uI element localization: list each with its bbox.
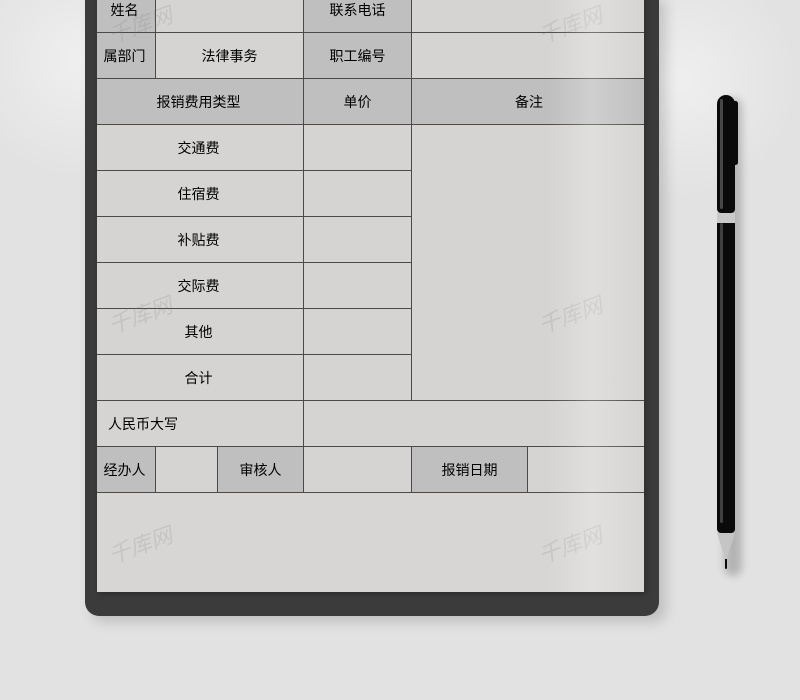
- label-rmb-caps: 人民币大写: [97, 401, 304, 447]
- expense-price-cell[interactable]: [304, 171, 412, 217]
- expense-price-total[interactable]: [304, 355, 412, 401]
- value-name[interactable]: [156, 0, 304, 33]
- pen: [717, 95, 735, 573]
- expense-type-cell: 补贴费: [97, 217, 304, 263]
- label-empno: 职工编号: [304, 33, 412, 79]
- row-column-headers: 报销费用类型 单价 备注: [97, 79, 644, 125]
- value-reviewer[interactable]: [304, 447, 412, 493]
- pen-cone: [717, 533, 735, 561]
- value-dept[interactable]: 法律事务: [156, 33, 304, 79]
- label-name: 姓名: [97, 0, 156, 33]
- expense-row: 交通费: [97, 125, 644, 171]
- row-name-phone: 姓名 联系电话: [97, 0, 644, 33]
- row-dept-empno: 属部门 法律事务 职工编号: [97, 33, 644, 79]
- row-footer: 经办人 审核人 报销日期: [97, 447, 644, 493]
- label-reviewer: 审核人: [218, 447, 304, 493]
- expense-type-cell: 其他: [97, 309, 304, 355]
- expense-type-cell: 交际费: [97, 263, 304, 309]
- header-unit-price: 单价: [304, 79, 412, 125]
- expense-price-cell[interactable]: [304, 263, 412, 309]
- value-phone[interactable]: [412, 0, 645, 33]
- label-phone: 联系电话: [304, 0, 412, 33]
- desk-surface: 姓名 联系电话 属部门 法律事务 职工编号 报销费用类型 单价 备注 交通费: [0, 0, 800, 700]
- expense-type-cell: 交通费: [97, 125, 304, 171]
- row-rmb-caps: 人民币大写: [97, 401, 644, 447]
- watermark: 千库网: [534, 518, 607, 571]
- expense-price-cell[interactable]: [304, 125, 412, 171]
- pen-cap: [717, 95, 735, 213]
- expense-type-total: 合计: [97, 355, 304, 401]
- pen-body: [717, 223, 735, 533]
- header-expense-type: 报销费用类型: [97, 79, 304, 125]
- label-handler: 经办人: [97, 447, 156, 493]
- pen-band: [717, 213, 735, 223]
- value-date[interactable]: [528, 447, 645, 493]
- value-rmb-caps[interactable]: [304, 401, 645, 447]
- header-remark: 备注: [412, 79, 645, 125]
- label-date: 报销日期: [412, 447, 528, 493]
- watermark: 千库网: [104, 518, 177, 571]
- remark-value[interactable]: [412, 125, 645, 401]
- expense-price-cell[interactable]: [304, 309, 412, 355]
- pen-nib: [725, 559, 727, 569]
- expense-price-cell[interactable]: [304, 217, 412, 263]
- value-empno[interactable]: [412, 33, 645, 79]
- expense-type-cell: 住宿费: [97, 171, 304, 217]
- form-paper: 姓名 联系电话 属部门 法律事务 职工编号 报销费用类型 单价 备注 交通费: [97, 0, 644, 592]
- expense-form-table: 姓名 联系电话 属部门 法律事务 职工编号 报销费用类型 单价 备注 交通费: [97, 0, 644, 493]
- value-handler[interactable]: [156, 447, 218, 493]
- label-dept: 属部门: [97, 33, 156, 79]
